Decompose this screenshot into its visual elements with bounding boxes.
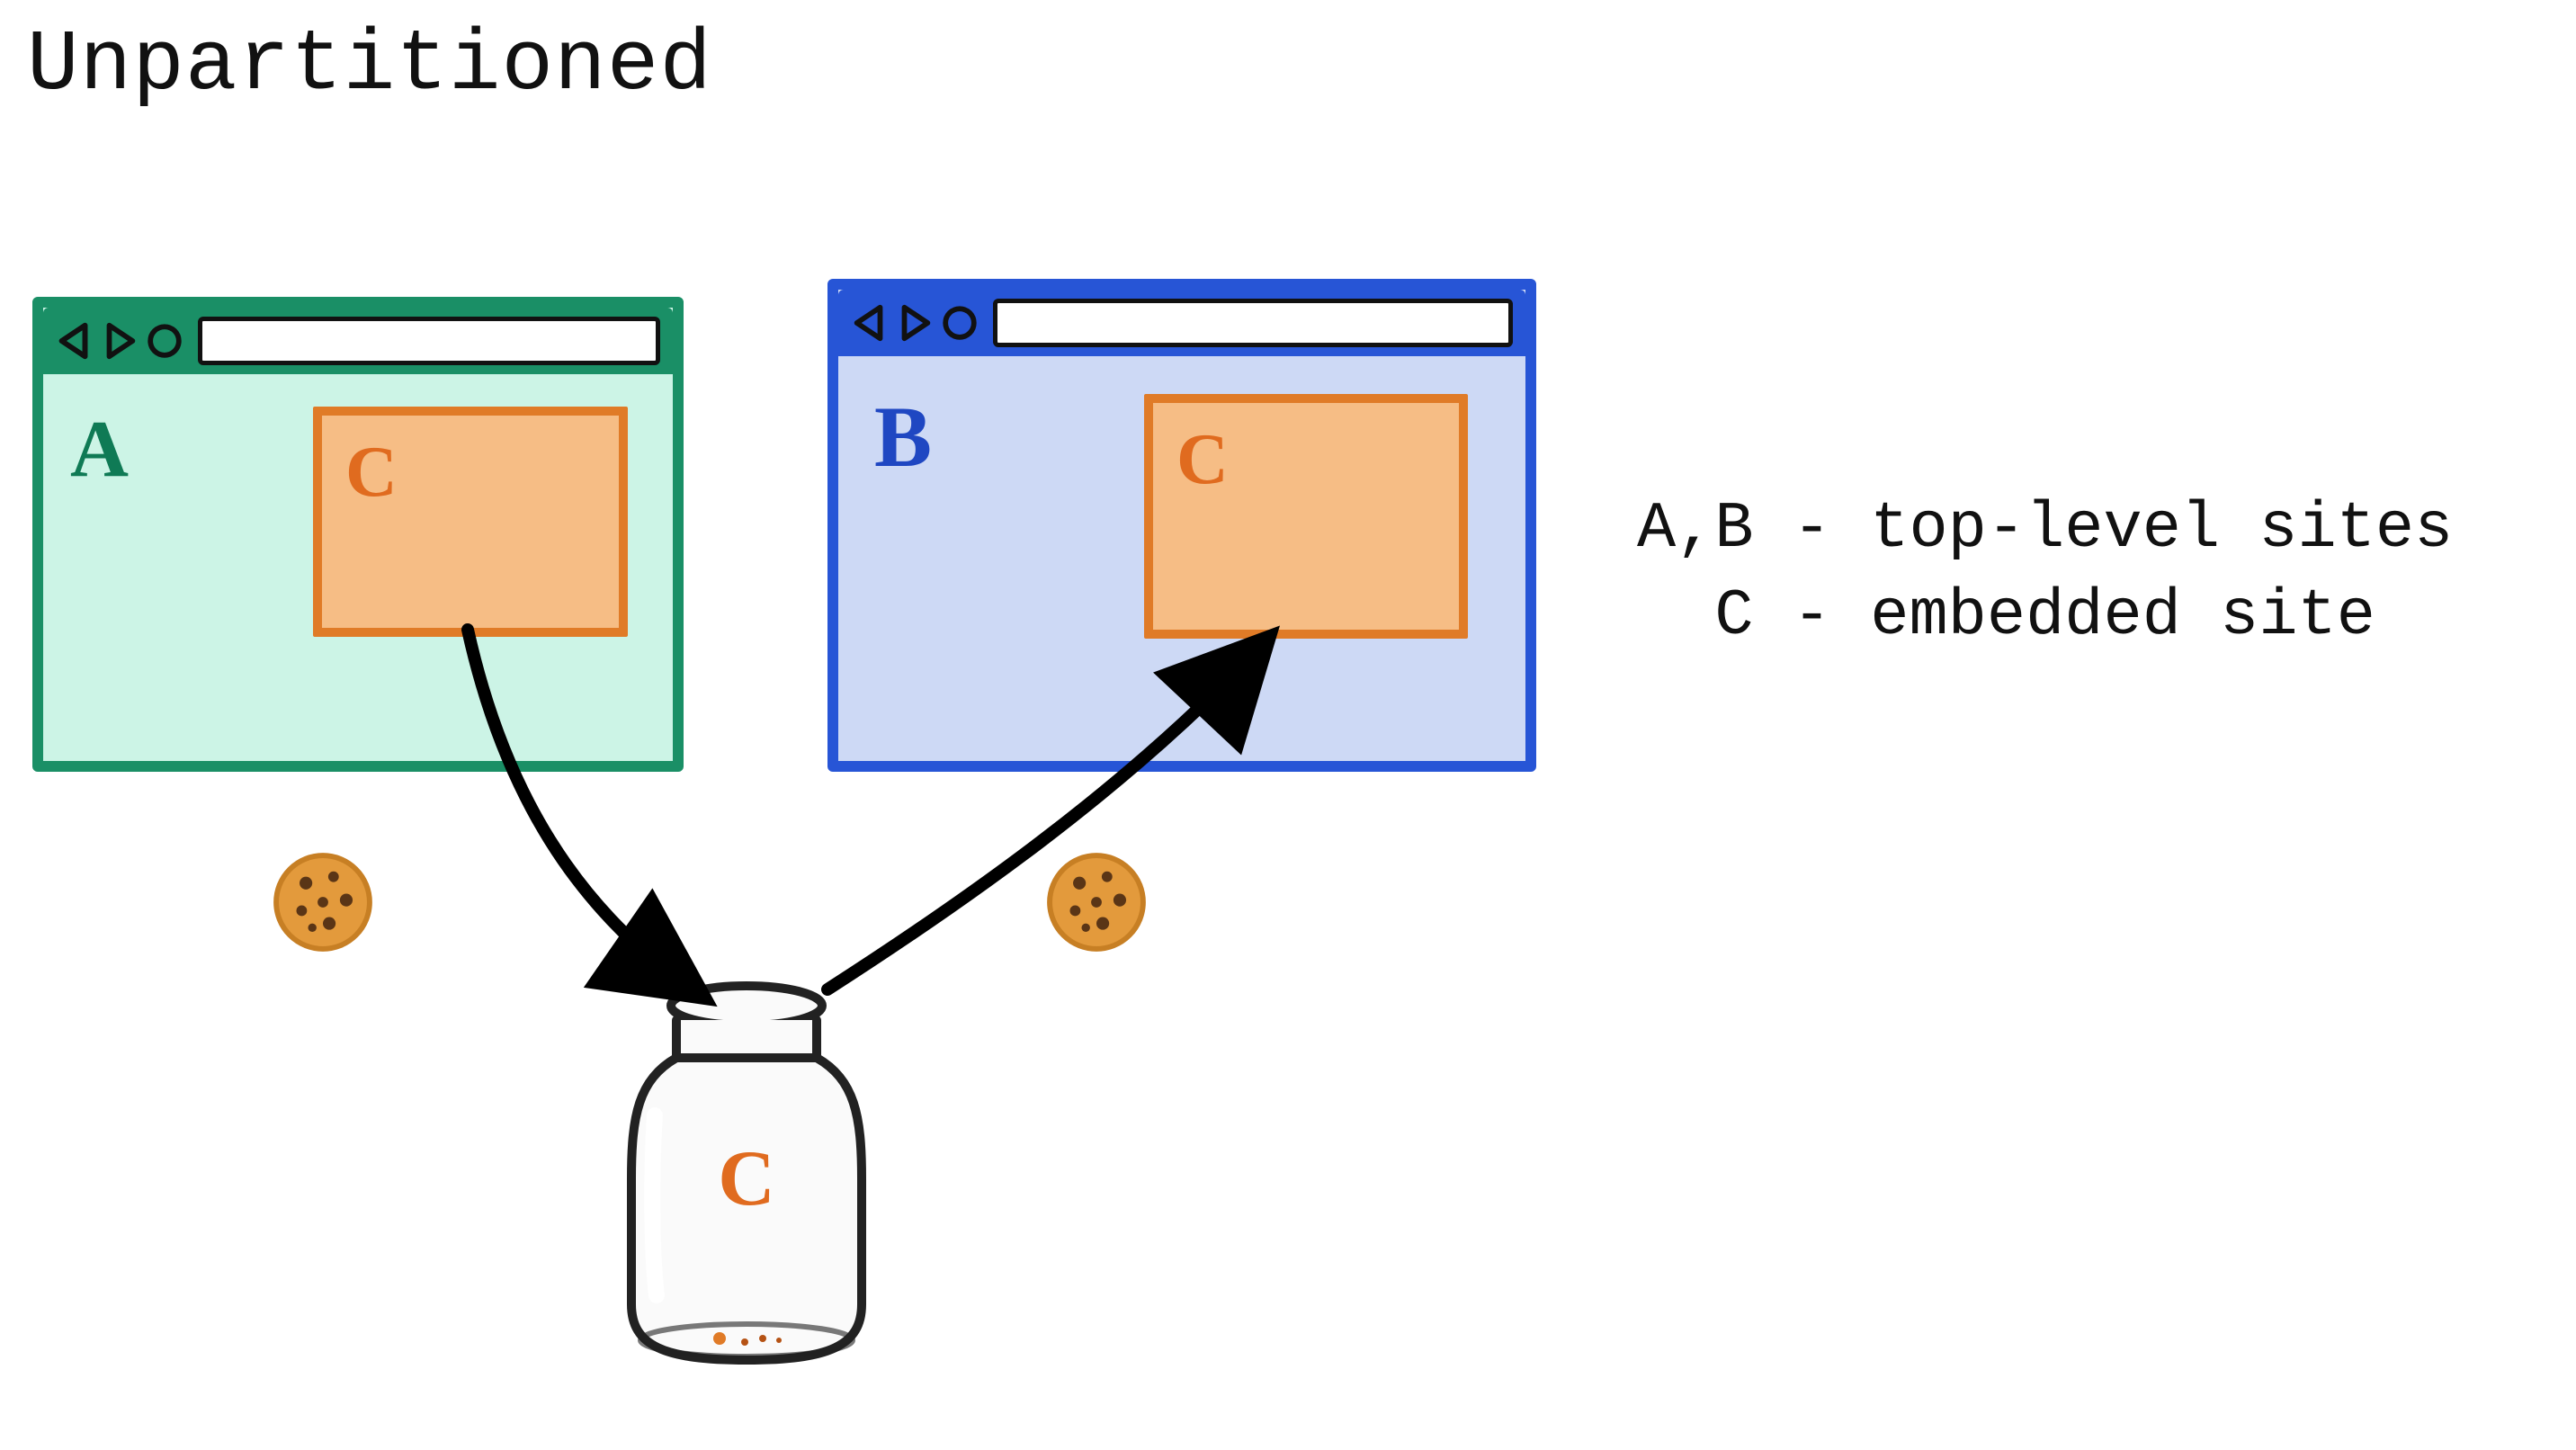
browser-chrome-b	[838, 290, 1525, 356]
reload-icon	[939, 302, 980, 344]
legend: A,B - top-level sites C - embedded site	[1637, 486, 2453, 660]
browser-chrome-a	[43, 308, 673, 374]
browser-body-a: A C	[43, 374, 673, 761]
embedded-label-a: C	[345, 432, 398, 514]
legend-line-1: A,B - top-level sites	[1637, 492, 2453, 566]
back-icon	[849, 302, 890, 344]
site-b-label: B	[874, 387, 932, 487]
cookie-jar-icon: C	[612, 980, 881, 1367]
forward-icon	[99, 320, 140, 362]
diagram-stage: Unpartitioned A,B - top-level sites C - …	[0, 0, 2576, 1450]
address-bar-b	[993, 299, 1513, 347]
diagram-title: Unpartitioned	[27, 16, 712, 114]
embedded-frame-b: C	[1144, 394, 1468, 639]
embedded-label-b: C	[1176, 419, 1229, 501]
legend-line-2: C - embedded site	[1637, 579, 2375, 653]
nav-buttons-a	[54, 320, 185, 362]
embedded-frame-a: C	[313, 407, 628, 637]
address-bar-a	[198, 317, 660, 365]
cookie-icon	[270, 849, 376, 955]
reload-icon	[144, 320, 185, 362]
nav-buttons-b	[849, 302, 980, 344]
browser-window-b: B C	[827, 279, 1536, 772]
browser-body-b: B C	[838, 356, 1525, 761]
browser-window-a: A C	[32, 297, 684, 772]
cookie-icon	[1043, 849, 1149, 955]
site-a-label: A	[70, 403, 129, 496]
back-icon	[54, 320, 95, 362]
forward-icon	[894, 302, 935, 344]
cookie-jar-label: C	[612, 1133, 881, 1224]
